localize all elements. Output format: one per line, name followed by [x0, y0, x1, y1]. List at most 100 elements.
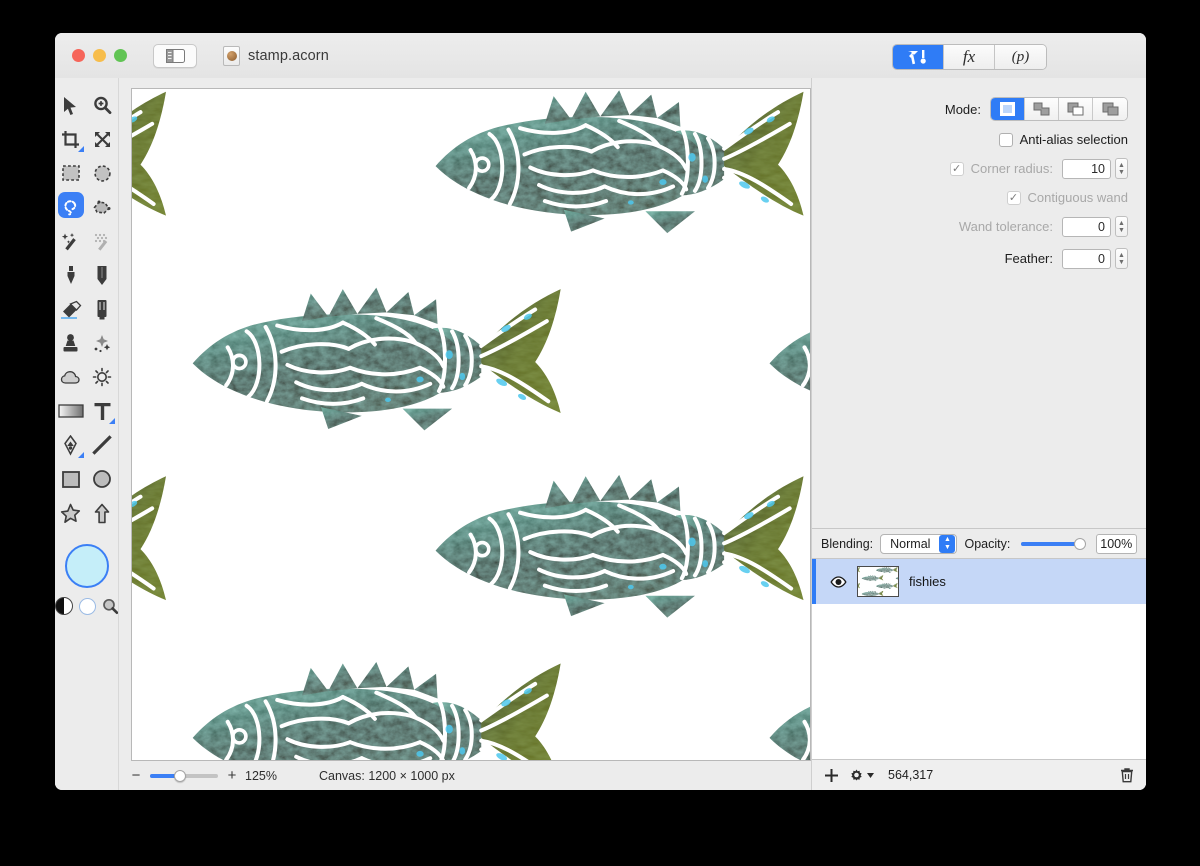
background-color-swatch[interactable]: [78, 597, 96, 615]
eye-icon[interactable]: [830, 575, 847, 588]
ellipse-shape-tool[interactable]: [87, 462, 119, 496]
layer-thumbnail: [857, 566, 899, 597]
corner-radius-row: ✓ Corner radius: 10 ▲ ▼: [812, 158, 1128, 179]
instant-alpha-tool[interactable]: [87, 224, 119, 258]
feather-row: Feather: 0 ▲ ▼: [812, 248, 1128, 269]
corner-radius-checkbox: ✓: [949, 161, 964, 176]
close-button[interactable]: [72, 49, 85, 62]
contiguous-wand-checkbox-group: ✓ Contiguous wand: [1006, 190, 1128, 205]
canvas-viewport[interactable]: [131, 88, 811, 761]
contiguous-wand-row: ✓ Contiguous wand: [812, 190, 1128, 205]
mode-row: Mode:: [812, 97, 1128, 121]
rectangle-shape-tool[interactable]: [55, 462, 87, 496]
chevron-down-icon: [867, 772, 874, 778]
invert-colors-icon[interactable]: [55, 597, 73, 615]
wand-tolerance-stepper[interactable]: ▲ ▼: [1115, 216, 1128, 237]
transform-tool[interactable]: [87, 122, 119, 156]
tab-tool-options[interactable]: [893, 45, 944, 69]
marker-icon: [97, 299, 107, 319]
corner-radius-checkbox-group: ✓ Corner radius:: [949, 161, 1053, 176]
hammer-tool-icon: [907, 50, 926, 65]
dodge-tool[interactable]: [87, 360, 119, 394]
zoom-level-label: 125%: [245, 768, 277, 783]
gear-dropdown-icon[interactable]: [849, 768, 874, 783]
inspector-tab-bar[interactable]: fx (p): [892, 44, 1047, 70]
antialias-checkbox[interactable]: [998, 132, 1013, 147]
zoom-slider-knob[interactable]: [174, 769, 187, 782]
clone-stamp-tool[interactable]: [55, 326, 87, 360]
tab-filters[interactable]: fx: [944, 45, 995, 69]
eraser-tool[interactable]: [55, 292, 87, 326]
zoom-tool[interactable]: [87, 88, 119, 122]
opacity-value-field[interactable]: 100%: [1095, 533, 1137, 554]
arrow-cursor-icon: [64, 96, 77, 115]
pencil-tool[interactable]: [87, 258, 119, 292]
rectangle-icon: [61, 470, 80, 488]
arrow-up-icon: [94, 503, 110, 523]
mode-new-selection[interactable]: [991, 98, 1025, 120]
pencil-icon: [97, 265, 107, 285]
eraser-icon: [60, 300, 82, 319]
trash-icon[interactable]: [1120, 767, 1134, 783]
text-tool[interactable]: [87, 394, 119, 428]
corner-radius-stepper[interactable]: ▲ ▼: [1115, 158, 1128, 179]
opacity-slider[interactable]: [1021, 537, 1086, 550]
elliptical-selection-tool[interactable]: [87, 156, 119, 190]
presets-icon: (p): [1011, 48, 1030, 65]
blur-tool[interactable]: [55, 360, 87, 394]
feather-label: Feather:: [1004, 251, 1053, 266]
mode-add-to-selection[interactable]: [1025, 98, 1059, 120]
minimize-button[interactable]: [93, 49, 106, 62]
magic-wand-tool[interactable]: [55, 224, 87, 258]
inspector-panel: Mode: Anti-alias selection ✓ Corner radi…: [811, 78, 1146, 790]
fish-pattern-artwork: [132, 89, 810, 760]
zoom-in-button[interactable]: +: [225, 767, 239, 784]
rectangular-selection-tool[interactable]: [55, 156, 87, 190]
antialias-checkbox-group[interactable]: Anti-alias selection: [998, 132, 1128, 147]
text-tool-options-indicator: [109, 418, 115, 424]
mode-intersect-selection[interactable]: [1093, 98, 1127, 120]
gradient-tool[interactable]: [55, 394, 87, 428]
zoom-button[interactable]: [114, 49, 127, 62]
document-title: stamp.acorn: [248, 47, 329, 64]
polygon-selection-tool[interactable]: [87, 190, 119, 224]
mode-subtract-from-selection[interactable]: [1059, 98, 1093, 120]
crop-tool[interactable]: [55, 122, 87, 156]
corner-radius-field[interactable]: 10: [1062, 158, 1111, 179]
tab-presets[interactable]: (p): [995, 45, 1046, 69]
contiguous-wand-label: Contiguous wand: [1027, 190, 1128, 205]
move-tool[interactable]: [55, 88, 87, 122]
sidebar-toggle-icon: [165, 48, 185, 63]
traffic-lights: [72, 49, 127, 62]
palette-magnifier-icon[interactable]: [102, 598, 119, 615]
wand-tolerance-label: Wand tolerance:: [958, 219, 1053, 234]
smudge-tool[interactable]: [87, 326, 119, 360]
feather-stepper[interactable]: ▲ ▼: [1115, 248, 1128, 269]
title-bar: stamp.acorn fx (p): [55, 33, 1146, 78]
opacity-label: Opacity:: [964, 536, 1011, 551]
opacity-slider-knob[interactable]: [1073, 537, 1086, 550]
arrow-shape-tool[interactable]: [87, 496, 119, 530]
secondary-swatches: [55, 597, 119, 615]
line-tool[interactable]: [87, 428, 119, 462]
pen-tool-options-indicator: [77, 452, 84, 458]
sparkle-smudge-icon: [94, 335, 110, 353]
sidebar-toggle-button[interactable]: [153, 43, 197, 68]
bezier-pen-tool[interactable]: [55, 428, 87, 462]
document-title-group[interactable]: stamp.acorn: [223, 45, 329, 66]
plus-icon[interactable]: [824, 768, 839, 783]
star-shape-tool[interactable]: [55, 496, 87, 530]
layer-row[interactable]: fishies: [812, 559, 1146, 604]
selection-mode-segmented-control[interactable]: [990, 97, 1128, 121]
lasso-selection-tool[interactable]: [55, 190, 87, 224]
zoom-out-button[interactable]: −: [129, 767, 143, 784]
marker-tool[interactable]: [87, 292, 119, 326]
brush-tool[interactable]: [55, 258, 87, 292]
wand-tolerance-field[interactable]: 0: [1062, 216, 1111, 237]
blending-mode-select[interactable]: Normal ▲ ▼: [880, 533, 958, 554]
zoom-slider[interactable]: [150, 769, 218, 782]
new-selection-icon: [1000, 102, 1015, 116]
add-selection-icon: [1033, 102, 1050, 116]
feather-field[interactable]: 0: [1062, 248, 1111, 269]
foreground-color-swatch[interactable]: [64, 544, 109, 588]
